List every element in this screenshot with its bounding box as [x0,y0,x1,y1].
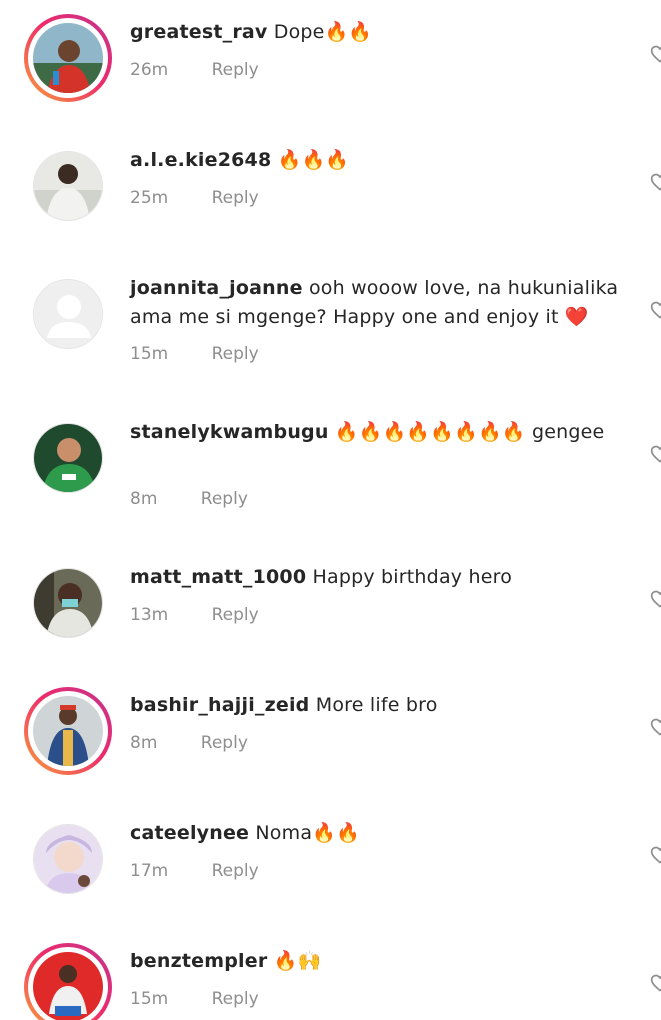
avatar [33,696,103,766]
avatar [33,423,103,493]
comment-timestamp: 8m [130,733,158,753]
comment-text: 🔥🔥🔥🔥🔥🔥🔥🔥 gengee [334,421,605,443]
comment-text: Dope🔥🔥 [273,21,373,43]
avatar-story-ring[interactable] [24,14,112,102]
avatar-container[interactable] [24,142,112,230]
reply-button[interactable]: Reply [201,733,248,753]
comment-timestamp: 26m [130,60,169,80]
avatar [33,568,103,638]
avatar [33,151,103,221]
comment-timestamp: 15m [130,344,169,364]
heart-outline-icon[interactable] [650,300,661,319]
comment-timestamp: 13m [130,605,169,625]
comments-list: greatest_rav Dope🔥🔥 26m Reply a.l.e.kie2… [0,0,661,1020]
comment-text: More life bro [315,694,438,716]
avatar [33,952,103,1020]
comment-text: 🔥🔥🔥 [277,149,350,171]
comment-timestamp: 15m [130,989,169,1009]
avatar-container[interactable] [24,815,112,903]
avatar-container[interactable] [24,414,112,502]
heart-outline-icon[interactable] [650,589,661,608]
heart-outline-icon[interactable] [650,44,661,63]
avatar-story-ring[interactable] [24,687,112,775]
comment-text: 🔥🙌 [273,950,322,972]
comment-timestamp: 17m [130,861,169,881]
comment-username[interactable]: matt_matt_1000 [130,566,306,588]
reply-button[interactable]: Reply [212,605,259,625]
comment-username[interactable]: joannita_joanne [130,277,303,299]
comment-username[interactable]: cateelynee [130,822,249,844]
reply-button[interactable]: Reply [201,489,248,509]
comment-timestamp: 25m [130,188,169,208]
heart-outline-icon[interactable] [650,845,661,864]
comment-username[interactable]: a.l.e.kie2648 [130,149,271,171]
reply-button[interactable]: Reply [212,344,259,364]
comment-username[interactable]: stanelykwambugu [130,421,329,443]
heart-outline-icon[interactable] [650,444,661,463]
comment-username[interactable]: benztempler [130,950,267,972]
avatar-container[interactable] [24,559,112,647]
heart-outline-icon[interactable] [650,973,661,992]
avatar [33,824,103,894]
comment-text: Happy birthday hero [312,566,513,588]
reply-button[interactable]: Reply [212,60,259,80]
avatar-story-ring[interactable] [24,943,112,1020]
comment-text: Noma🔥🔥 [255,822,360,844]
comment-timestamp: 8m [130,489,158,509]
avatar [33,23,103,93]
avatar-container[interactable] [24,270,112,358]
comment-username[interactable]: greatest_rav [130,21,268,43]
reply-button[interactable]: Reply [212,188,259,208]
heart-outline-icon[interactable] [650,172,661,191]
avatar-default [33,279,103,349]
comment-username[interactable]: bashir_hajji_zeid [130,694,309,716]
reply-button[interactable]: Reply [212,861,259,881]
heart-outline-icon[interactable] [650,717,661,736]
reply-button[interactable]: Reply [212,989,259,1009]
